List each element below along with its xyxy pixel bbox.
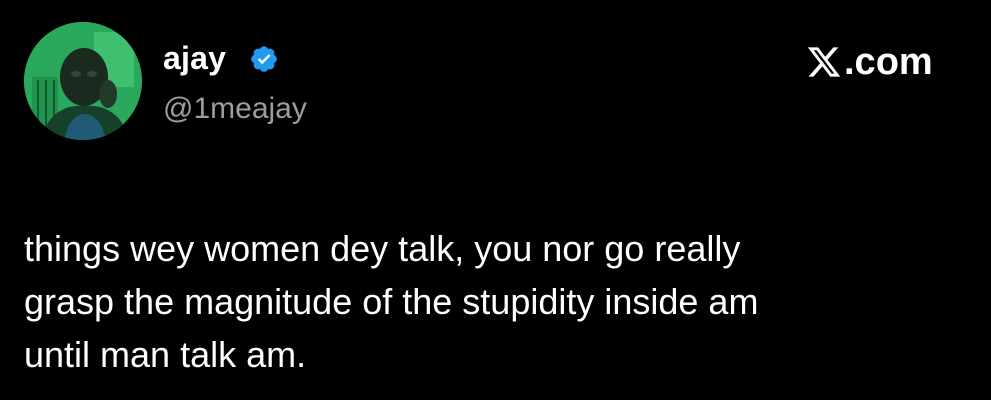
- tweet-text: things wey women dey talk, you nor go re…: [24, 222, 974, 381]
- user-handle[interactable]: @1meajay: [163, 92, 307, 126]
- brand-watermark: .com: [806, 40, 933, 84]
- tweet-card: ajay @1meajay .com things wey women dey …: [0, 0, 991, 400]
- display-name[interactable]: ajay: [163, 40, 226, 76]
- profile-photo: [24, 22, 142, 140]
- verified-badge-icon: [251, 46, 277, 72]
- x-logo-icon: [807, 47, 841, 77]
- brand-domain-suffix: .com: [844, 41, 933, 83]
- tweet-text-line: until man talk am.: [24, 334, 307, 375]
- tweet-text-line: things wey women dey talk, you nor go re…: [24, 228, 741, 269]
- tweet-text-line: grasp the magnitude of the stupidity ins…: [24, 281, 759, 322]
- avatar[interactable]: [24, 22, 142, 140]
